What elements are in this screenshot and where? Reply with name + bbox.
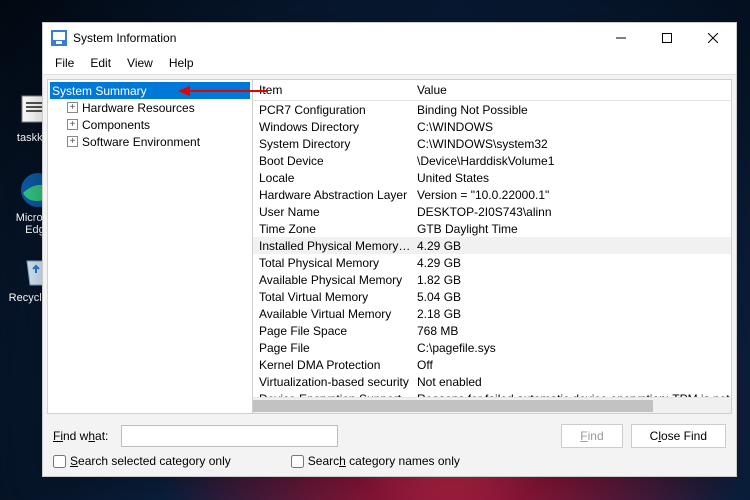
col-value[interactable]: Value	[411, 80, 731, 100]
table-row[interactable]: Windows DirectoryC:\WINDOWS	[253, 118, 731, 135]
find-bar: Find what: Find Close Find Search select…	[43, 418, 736, 476]
cell-item: Available Physical Memory	[253, 273, 411, 287]
cell-value: Off	[411, 358, 731, 372]
table-row[interactable]: PCR7 ConfigurationBinding Not Possible	[253, 101, 731, 118]
table-row[interactable]: Virtualization-based securityNot enabled	[253, 373, 731, 390]
table-row[interactable]: Device Encryption SupportReasons for fai…	[253, 390, 731, 397]
minimize-button[interactable]	[598, 23, 644, 53]
horizontal-scrollbar[interactable]	[253, 397, 731, 413]
expand-icon[interactable]: +	[67, 102, 78, 113]
grid-header: Item Value	[253, 80, 731, 101]
tree-item-hardware-resources[interactable]: + Hardware Resources	[50, 99, 250, 116]
cell-value: 4.29 GB	[411, 239, 731, 253]
content-area: System Summary + Hardware Resources + Co…	[47, 79, 732, 414]
app-icon	[51, 30, 67, 46]
cell-item: Total Virtual Memory	[253, 290, 411, 304]
cell-item: Page File Space	[253, 324, 411, 338]
table-row[interactable]: Available Virtual Memory2.18 GB	[253, 305, 731, 322]
category-tree: System Summary + Hardware Resources + Co…	[48, 80, 253, 413]
cell-value: C:\WINDOWS	[411, 120, 731, 134]
cell-item: Virtualization-based security	[253, 375, 411, 389]
cell-value: Not enabled	[411, 375, 731, 389]
grid-body[interactable]: PCR7 ConfigurationBinding Not PossibleWi…	[253, 101, 731, 397]
titlebar[interactable]: System Information	[43, 23, 736, 53]
table-row[interactable]: User NameDESKTOP-2I0S743\alinn	[253, 203, 731, 220]
scrollbar-thumb[interactable]	[253, 400, 653, 412]
menu-edit[interactable]: Edit	[82, 53, 119, 74]
close-find-button[interactable]: Close Find	[631, 424, 726, 448]
system-information-window: System Information File Edit View Help S…	[42, 22, 737, 477]
find-button[interactable]: Find	[561, 424, 622, 448]
cell-value: C:\pagefile.sys	[411, 341, 731, 355]
detail-panel: Item Value PCR7 ConfigurationBinding Not…	[253, 80, 731, 413]
cell-item: Locale	[253, 171, 411, 185]
cell-value: 768 MB	[411, 324, 731, 338]
cell-value: Version = "10.0.22000.1"	[411, 188, 731, 202]
table-row[interactable]: LocaleUnited States	[253, 169, 731, 186]
cell-item: User Name	[253, 205, 411, 219]
cell-value: C:\WINDOWS\system32	[411, 137, 731, 151]
menu-file[interactable]: File	[47, 53, 82, 74]
close-button[interactable]	[690, 23, 736, 53]
table-row[interactable]: Kernel DMA ProtectionOff	[253, 356, 731, 373]
search-selected-category-checkbox[interactable]: Search selected category only	[53, 454, 231, 468]
table-row[interactable]: Time ZoneGTB Daylight Time	[253, 220, 731, 237]
table-row[interactable]: Hardware Abstraction LayerVersion = "10.…	[253, 186, 731, 203]
cell-value: 5.04 GB	[411, 290, 731, 304]
window-title: System Information	[73, 31, 598, 45]
cell-item: Hardware Abstraction Layer	[253, 188, 411, 202]
table-row[interactable]: Available Physical Memory1.82 GB	[253, 271, 731, 288]
cell-item: System Directory	[253, 137, 411, 151]
cell-item: Kernel DMA Protection	[253, 358, 411, 372]
tree-item-components[interactable]: + Components	[50, 116, 250, 133]
cell-value: United States	[411, 171, 731, 185]
table-row[interactable]: Installed Physical Memory (RAM)4.29 GB	[253, 237, 731, 254]
table-row[interactable]: Total Virtual Memory5.04 GB	[253, 288, 731, 305]
find-input[interactable]	[121, 425, 338, 447]
cell-item: Installed Physical Memory (RAM)	[253, 239, 411, 253]
cell-item: Page File	[253, 341, 411, 355]
maximize-button[interactable]	[644, 23, 690, 53]
find-label: Find what:	[53, 429, 113, 443]
cell-value: 4.29 GB	[411, 256, 731, 270]
expand-icon[interactable]: +	[67, 119, 78, 130]
table-row[interactable]: System DirectoryC:\WINDOWS\system32	[253, 135, 731, 152]
cell-item: Available Virtual Memory	[253, 307, 411, 321]
cell-item: Windows Directory	[253, 120, 411, 134]
cell-value: 2.18 GB	[411, 307, 731, 321]
menubar: File Edit View Help	[43, 53, 736, 75]
table-row[interactable]: Total Physical Memory4.29 GB	[253, 254, 731, 271]
table-row[interactable]: Page FileC:\pagefile.sys	[253, 339, 731, 356]
search-category-names-checkbox[interactable]: Search category names only	[291, 454, 460, 468]
tree-item-system-summary[interactable]: System Summary	[50, 82, 250, 99]
expand-icon[interactable]: +	[67, 136, 78, 147]
cell-item: PCR7 Configuration	[253, 103, 411, 117]
cell-value: \Device\HarddiskVolume1	[411, 154, 731, 168]
cell-value: 1.82 GB	[411, 273, 731, 287]
table-row[interactable]: Boot Device\Device\HarddiskVolume1	[253, 152, 731, 169]
menu-help[interactable]: Help	[161, 53, 202, 74]
tree-item-software-environment[interactable]: + Software Environment	[50, 133, 250, 150]
cell-item: Time Zone	[253, 222, 411, 236]
cell-value: DESKTOP-2I0S743\alinn	[411, 205, 731, 219]
col-item[interactable]: Item	[253, 80, 411, 100]
cell-value: GTB Daylight Time	[411, 222, 731, 236]
table-row[interactable]: Page File Space768 MB	[253, 322, 731, 339]
menu-view[interactable]: View	[119, 53, 161, 74]
cell-item: Total Physical Memory	[253, 256, 411, 270]
cell-value: Binding Not Possible	[411, 103, 731, 117]
cell-item: Boot Device	[253, 154, 411, 168]
